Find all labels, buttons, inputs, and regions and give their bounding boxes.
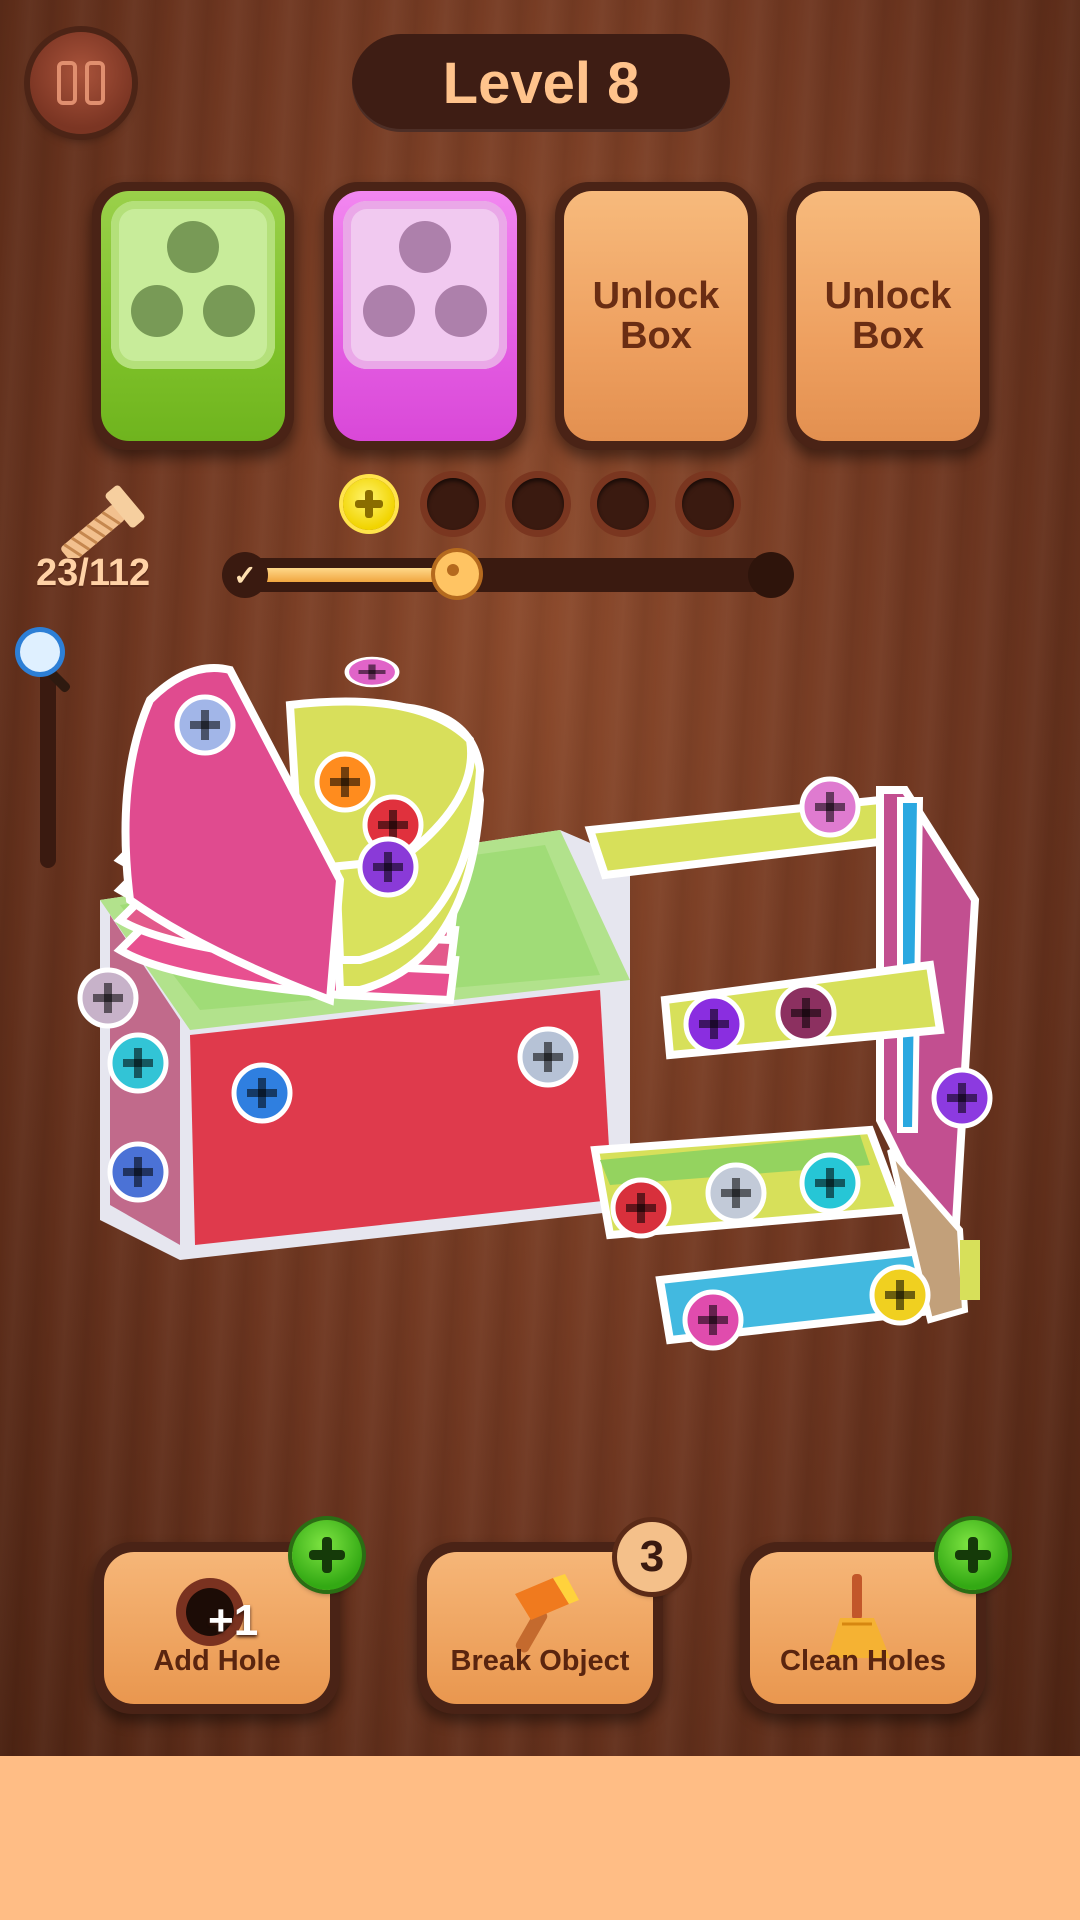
- screw-puzzle-object[interactable]: [0, 0, 1080, 1400]
- add-hole-button[interactable]: +1 Add Hole: [94, 1520, 362, 1714]
- screw[interactable]: [80, 970, 136, 1026]
- screw[interactable]: [360, 839, 416, 895]
- screw[interactable]: [110, 1144, 166, 1200]
- screw[interactable]: [708, 1165, 764, 1221]
- game-board: Level 8 Unlock Box Unlock Box 23/112 ✓ +…: [0, 0, 1080, 1756]
- break-object-count: 3: [617, 1522, 687, 1592]
- clean-holes-button[interactable]: Clean Holes: [740, 1520, 1008, 1714]
- tool-face: Break Object: [427, 1552, 653, 1704]
- clean-holes-label: Clean Holes: [780, 1645, 946, 1677]
- plus-icon[interactable]: [292, 1520, 362, 1590]
- screw[interactable]: [234, 1065, 290, 1121]
- screw[interactable]: [778, 985, 834, 1041]
- screw[interactable]: [613, 1180, 669, 1236]
- screw[interactable]: [872, 1267, 928, 1323]
- screw[interactable]: [110, 1035, 166, 1091]
- break-object-label: Break Object: [450, 1645, 630, 1677]
- plus-icon[interactable]: [938, 1520, 1008, 1590]
- screw[interactable]: [685, 1292, 741, 1348]
- break-object-button[interactable]: Break Object 3: [417, 1522, 687, 1714]
- screw[interactable]: [347, 658, 397, 686]
- screw[interactable]: [934, 1070, 990, 1126]
- add-hole-label: Add Hole: [153, 1645, 281, 1677]
- screw[interactable]: [802, 1155, 858, 1211]
- screw[interactable]: [317, 754, 373, 810]
- tool-face: Clean Holes: [750, 1552, 976, 1704]
- plus-one-label: +1: [208, 1596, 259, 1645]
- stacked-plates[interactable]: [113, 664, 485, 1006]
- screw[interactable]: [520, 1029, 576, 1085]
- tool-face: +1 Add Hole: [104, 1552, 330, 1704]
- screw[interactable]: [177, 697, 233, 753]
- right-frame-parts[interactable]: [584, 786, 980, 1345]
- screw[interactable]: [686, 996, 742, 1052]
- screw[interactable]: [802, 779, 858, 835]
